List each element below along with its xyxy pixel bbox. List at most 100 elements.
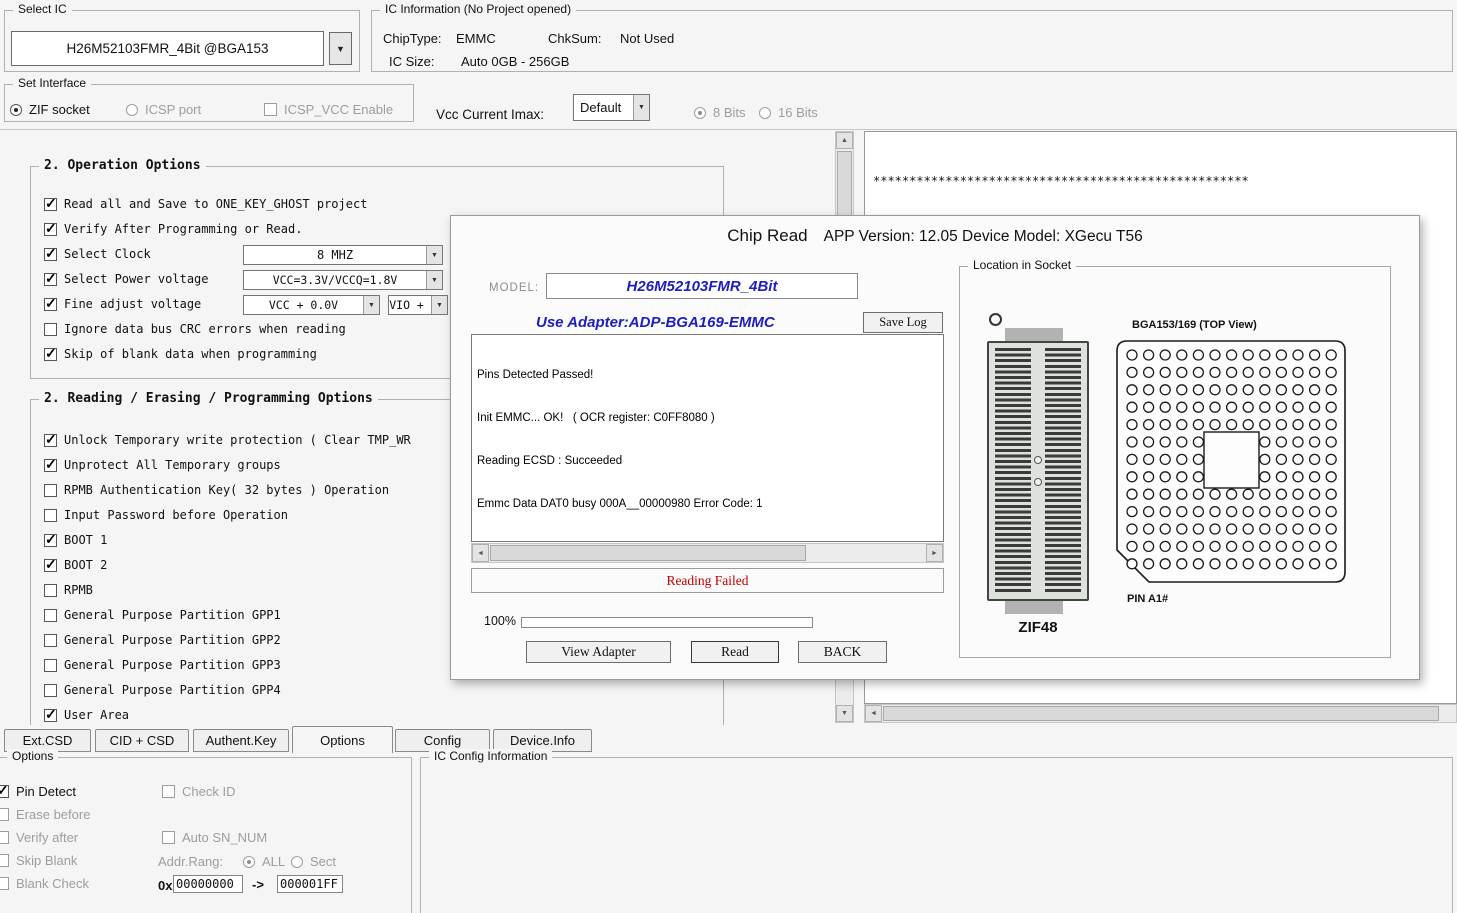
power-voltage-combo[interactable]: VCC=3.3V/VCCQ=1.8V ▼ xyxy=(243,270,443,290)
pin-detect-checkbox[interactable] xyxy=(0,785,9,798)
rw-row-rpmb: RPMB xyxy=(44,583,93,597)
scrollbar-thumb[interactable] xyxy=(837,151,852,223)
scroll-right-button[interactable]: ► xyxy=(926,544,943,562)
rw-row-user-area: User Area xyxy=(44,708,129,722)
gpp2-checkbox[interactable] xyxy=(44,634,57,647)
skip-blank-data-checkbox[interactable] xyxy=(44,348,57,361)
fine-adjust-checkbox[interactable] xyxy=(44,298,57,311)
addr-end-input[interactable] xyxy=(277,875,343,893)
adapter-note: Use Adapter:ADP-BGA169-EMMC xyxy=(536,314,775,331)
ignore-crc-checkbox[interactable] xyxy=(44,323,57,336)
icsp-port-radio[interactable] xyxy=(126,104,138,116)
log-line: Pins Detected Passed! xyxy=(477,368,938,382)
verify-after-label: Verify after xyxy=(16,830,78,845)
zif-socket-label: ZIF socket xyxy=(29,102,90,117)
tab-label: Config xyxy=(424,733,462,748)
user-area-checkbox[interactable] xyxy=(44,709,57,722)
tab-authent-key[interactable]: Authent.Key xyxy=(193,729,289,752)
vcc-adjust-value: VCC + 0.0V xyxy=(244,296,363,314)
icsp-vcc-checkbox[interactable] xyxy=(264,103,277,116)
chevron-down-icon[interactable]: ▼ xyxy=(363,296,379,314)
tab-options[interactable]: Options xyxy=(292,726,393,753)
gpp3-checkbox[interactable] xyxy=(44,659,57,672)
vio-adjust-value: VIO + xyxy=(389,296,431,314)
dialog-title-version: APP Version: 12.05 Device Model: XGecu T… xyxy=(824,228,1143,246)
view-adapter-button[interactable]: View Adapter xyxy=(526,641,671,663)
tab-label: Ext.CSD xyxy=(23,733,73,748)
check-id-checkbox[interactable] xyxy=(162,785,175,798)
chksum-label: ChkSum: xyxy=(548,31,601,46)
scrollbar-thumb[interactable] xyxy=(490,545,806,561)
scroll-up-button[interactable]: ▲ xyxy=(836,132,853,149)
chevron-down-icon[interactable]: ▼ xyxy=(633,95,649,120)
scroll-left-button[interactable]: ◄ xyxy=(472,544,489,562)
select-ic-dropdown-button[interactable]: ▼ xyxy=(329,32,352,65)
scrollbar-thumb[interactable] xyxy=(883,706,1439,721)
verify-after-checkbox2[interactable] xyxy=(0,831,9,844)
input-password-checkbox[interactable] xyxy=(44,509,57,522)
rw-row-boot2: BOOT 2 xyxy=(44,558,107,572)
bits-16-radio[interactable] xyxy=(759,107,771,119)
rpmb-auth-checkbox[interactable] xyxy=(44,484,57,497)
erase-before-checkbox[interactable] xyxy=(0,808,9,821)
gpp1-checkbox[interactable] xyxy=(44,609,57,622)
icsp-port-label: ICSP port xyxy=(145,102,201,117)
auto-sn-label: Auto SN_NUM xyxy=(182,830,267,845)
zif-socket-radio[interactable] xyxy=(10,104,22,116)
auto-sn-option: Auto SN_NUM xyxy=(162,830,267,845)
tab-label: Options xyxy=(320,733,365,748)
chevron-down-icon[interactable]: ▼ xyxy=(426,246,442,264)
gpp4-checkbox[interactable] xyxy=(44,684,57,697)
model-value: H26M52103FMR_4Bit xyxy=(627,278,778,295)
scroll-left-button[interactable]: ◄ xyxy=(865,705,882,722)
unlock-tmp-checkbox[interactable] xyxy=(44,434,57,447)
zif-pin-strip-right xyxy=(1045,348,1081,594)
option-label: Select Power voltage xyxy=(64,272,209,286)
chevron-down-icon[interactable]: ▼ xyxy=(431,296,447,314)
check-id-label: Check ID xyxy=(182,784,235,799)
clock-combo-value: 8 MHZ xyxy=(244,246,426,264)
model-value-box: H26M52103FMR_4Bit xyxy=(546,273,858,299)
option-row-select-clock: Select Clock xyxy=(44,247,151,261)
blank-check-checkbox[interactable] xyxy=(0,877,9,890)
rw-row-unlock-tmp: Unlock Temporary write protection ( Clea… xyxy=(44,433,411,447)
select-clock-checkbox[interactable] xyxy=(44,248,57,261)
bits-8-radio[interactable] xyxy=(694,107,706,119)
clock-combo[interactable]: 8 MHZ ▼ xyxy=(243,245,443,265)
skip-blank-checkbox2[interactable] xyxy=(0,854,9,867)
addr-sect-radio[interactable] xyxy=(291,856,303,868)
vio-adjust-combo[interactable]: VIO + ▼ xyxy=(388,295,448,315)
tab-cid-csd[interactable]: CID + CSD xyxy=(95,729,189,752)
bga-top-view-diagram xyxy=(1115,339,1347,584)
option-label: User Area xyxy=(64,708,129,722)
boot2-checkbox[interactable] xyxy=(44,559,57,572)
set-interface-legend: Set Interface xyxy=(13,76,91,90)
auto-sn-checkbox[interactable] xyxy=(162,831,175,844)
vcc-imax-label: Vcc Current Imax: xyxy=(436,107,544,122)
option-label: General Purpose Partition GPP3 xyxy=(64,658,281,672)
boot1-checkbox[interactable] xyxy=(44,534,57,547)
verify-after-checkbox[interactable] xyxy=(44,223,57,236)
addr-start-input[interactable] xyxy=(173,875,243,893)
device-log-hscrollbar[interactable]: ◄ xyxy=(864,704,1457,723)
back-button[interactable]: BACK xyxy=(798,641,887,663)
read-all-checkbox[interactable] xyxy=(44,198,57,211)
save-log-button[interactable]: Save Log xyxy=(863,312,943,333)
vcc-imax-combo[interactable]: Default ▼ xyxy=(573,94,650,121)
read-log-hscrollbar[interactable]: ◄ ► xyxy=(471,543,944,563)
scroll-down-button[interactable]: ▼ xyxy=(836,705,853,722)
bits-16-label: 16 Bits xyxy=(778,105,818,120)
select-ic-combo[interactable]: H26M52103FMR_4Bit @BGA153 xyxy=(11,31,324,66)
vcc-adjust-combo[interactable]: VCC + 0.0V ▼ xyxy=(243,295,380,315)
addr-all-radio[interactable] xyxy=(243,856,255,868)
rw-row-boot1: BOOT 1 xyxy=(44,533,107,547)
rw-row-unprotect: Unprotect All Temporary groups xyxy=(44,458,281,472)
rpmb-checkbox[interactable] xyxy=(44,584,57,597)
chevron-down-icon[interactable]: ▼ xyxy=(426,271,442,289)
rw-row-input-password: Input Password before Operation xyxy=(44,508,288,522)
read-button[interactable]: Read xyxy=(691,641,779,663)
addr-sect-option: Sect xyxy=(291,854,336,869)
log-line: Init EMMC... OK! ( OCR register: C0FF808… xyxy=(477,411,938,425)
unprotect-checkbox[interactable] xyxy=(44,459,57,472)
power-voltage-checkbox[interactable] xyxy=(44,273,57,286)
